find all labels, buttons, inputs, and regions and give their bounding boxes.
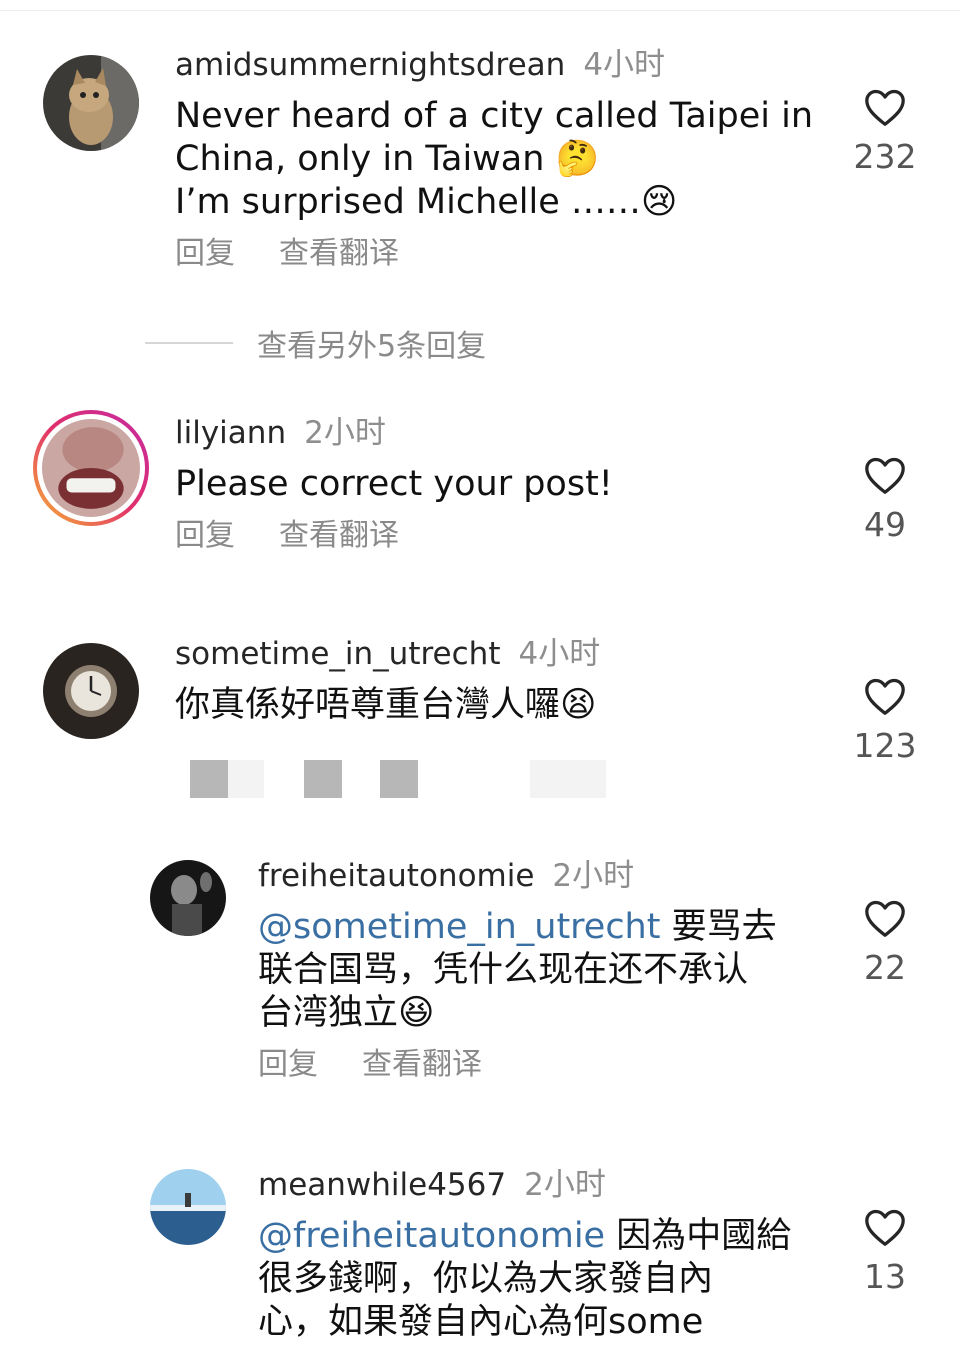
comment-text-line: China, only in Taiwan 🤔 bbox=[175, 139, 600, 179]
redacted-block bbox=[530, 760, 606, 798]
heart-outline-icon[interactable] bbox=[863, 1207, 907, 1247]
like-control[interactable]: 49 bbox=[850, 455, 920, 545]
comment-text: @sometime_in_utrecht 要骂去 联合国骂，凭什么现在还不承认 … bbox=[258, 906, 777, 1035]
username[interactable]: lilyiann bbox=[175, 415, 286, 451]
like-count: 123 bbox=[853, 726, 917, 765]
mention-link[interactable]: @freiheitautonomie bbox=[258, 1216, 605, 1256]
reply-button[interactable]: 回复 bbox=[258, 1047, 318, 1082]
timestamp: 2小时 bbox=[552, 858, 635, 894]
like-count: 22 bbox=[864, 948, 906, 987]
username[interactable]: meanwhile4567 bbox=[258, 1167, 506, 1203]
username[interactable]: sometime_in_utrecht bbox=[175, 636, 500, 672]
redacted-block bbox=[190, 760, 228, 798]
translate-button[interactable]: 查看翻译 bbox=[279, 518, 399, 553]
like-control[interactable]: 232 bbox=[850, 87, 920, 177]
heart-outline-icon[interactable] bbox=[863, 676, 907, 716]
like-count: 232 bbox=[853, 137, 917, 176]
comment-text-segment: 因為中國給 bbox=[605, 1216, 792, 1256]
avatar[interactable] bbox=[33, 410, 149, 526]
top-divider bbox=[0, 10, 960, 11]
heart-outline-icon[interactable] bbox=[863, 87, 907, 127]
redacted-block bbox=[380, 760, 418, 798]
translate-button[interactable]: 查看翻译 bbox=[279, 236, 399, 271]
like-control[interactable]: 13 bbox=[850, 1207, 920, 1297]
avatar[interactable] bbox=[43, 55, 139, 151]
comment-text: @freiheitautonomie 因為中國給 很多錢啊，你以為大家發自內 心… bbox=[258, 1215, 791, 1344]
comment-text: 你真係好唔尊重台灣人囉😫 bbox=[175, 685, 597, 725]
redacted-block bbox=[228, 760, 264, 798]
username[interactable]: freiheitautonomie bbox=[258, 858, 534, 894]
comment-text-line: I’m surprised Michelle ……😢 bbox=[175, 182, 678, 222]
timestamp: 2小时 bbox=[524, 1167, 606, 1203]
heart-outline-icon[interactable] bbox=[863, 898, 907, 938]
like-control[interactable]: 123 bbox=[850, 676, 920, 766]
comment-text-line: 心，如果發自內心為何some bbox=[258, 1302, 704, 1342]
comment-text: Please correct your post! bbox=[175, 464, 613, 504]
avatar[interactable] bbox=[150, 1169, 226, 1245]
comment-text-line: Never heard of a city called Taipei in bbox=[175, 96, 813, 136]
heart-outline-icon[interactable] bbox=[863, 455, 907, 495]
redacted-block bbox=[304, 760, 342, 798]
comment-text-segment: 要骂去 bbox=[660, 907, 777, 947]
comment-text-line: 台湾独立😆 bbox=[258, 993, 435, 1033]
comment-text: Never heard of a city called Taipei in C… bbox=[175, 95, 813, 224]
view-more-replies-label[interactable]: 查看另外5条回复 bbox=[257, 321, 486, 365]
divider bbox=[145, 342, 233, 344]
timestamp: 4小时 bbox=[583, 47, 666, 83]
mention-link[interactable]: @sometime_in_utrecht bbox=[258, 907, 660, 947]
like-count: 49 bbox=[864, 505, 906, 544]
timestamp: 4小时 bbox=[518, 636, 601, 672]
comment-text-line: 联合国骂，凭什么现在还不承认 bbox=[258, 950, 749, 990]
username[interactable]: amidsummernightsdrean bbox=[175, 47, 565, 83]
timestamp: 2小时 bbox=[304, 415, 386, 451]
like-control[interactable]: 22 bbox=[850, 898, 920, 988]
avatar[interactable] bbox=[43, 643, 139, 739]
avatar[interactable] bbox=[150, 860, 226, 936]
like-count: 13 bbox=[864, 1257, 906, 1296]
reply-button[interactable]: 回复 bbox=[175, 518, 235, 553]
translate-button[interactable]: 查看翻译 bbox=[362, 1047, 482, 1082]
view-more-replies[interactable]: 查看另外5条回复 bbox=[145, 321, 486, 365]
reply-button[interactable]: 回复 bbox=[175, 236, 235, 271]
comment-text-line: 很多錢啊，你以為大家發自內 bbox=[258, 1259, 714, 1299]
